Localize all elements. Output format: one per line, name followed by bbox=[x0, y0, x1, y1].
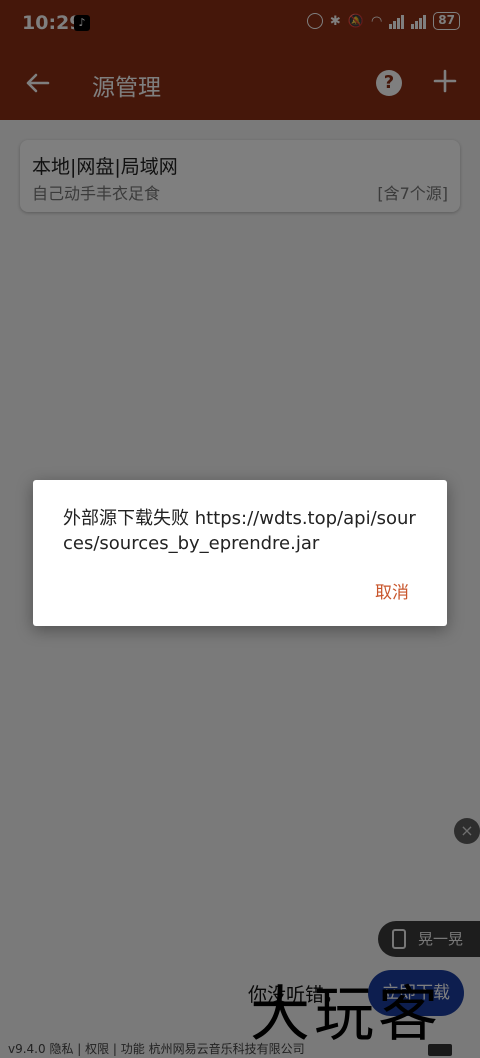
dialog-message: 外部源下载失败 https://wdts.top/api/sources/sou… bbox=[63, 508, 416, 554]
watermark-text: 大玩客 bbox=[250, 980, 442, 1050]
error-dialog: 外部源下载失败 https://wdts.top/api/sources/sou… bbox=[33, 480, 447, 626]
cancel-button[interactable]: 取消 bbox=[375, 578, 409, 603]
